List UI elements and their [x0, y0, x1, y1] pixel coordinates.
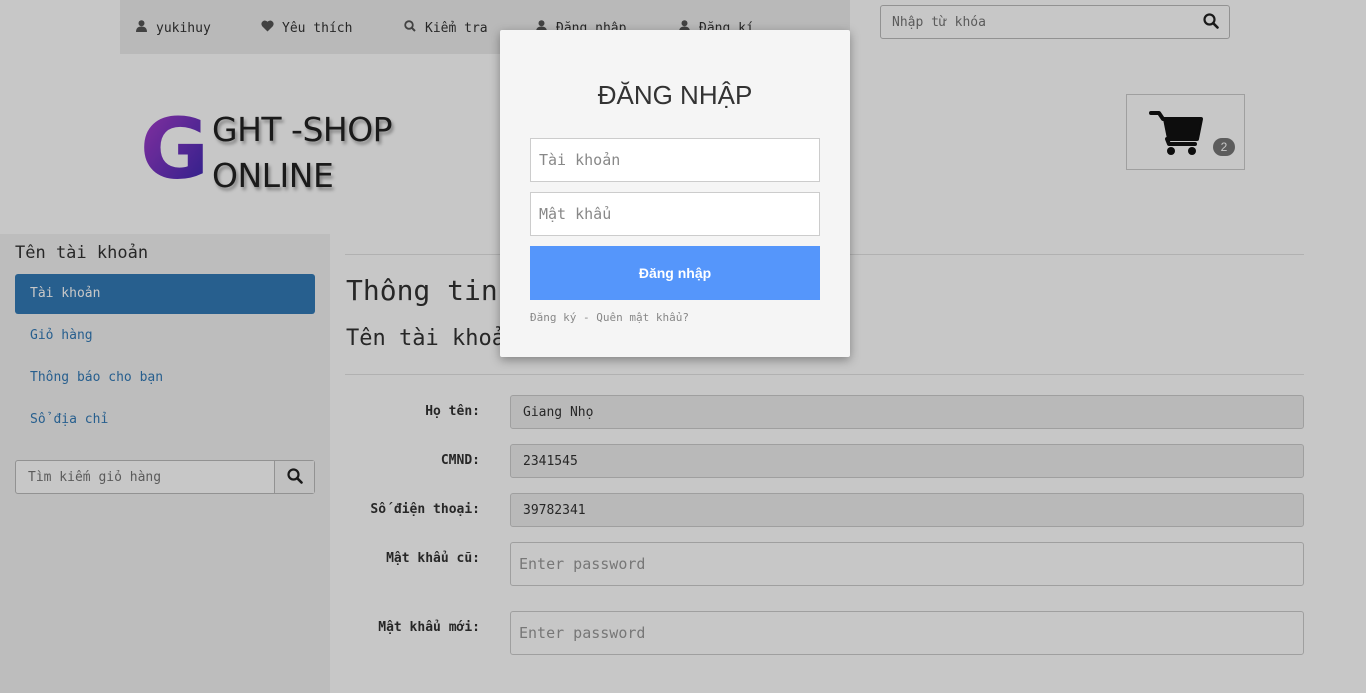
modal-links: Đăng ký - Quên mật khẩu? — [530, 311, 689, 324]
login-button[interactable]: Đăng nhập — [530, 246, 820, 300]
link-separator: - — [582, 311, 590, 324]
login-modal: ĐĂNG NHẬP Đăng nhập Đăng ký - Quên mật k… — [500, 30, 850, 357]
password-input[interactable] — [530, 192, 820, 236]
register-link[interactable]: Đăng ký — [530, 311, 576, 324]
forgot-password-link[interactable]: Quên mật khẩu? — [596, 311, 689, 324]
username-input[interactable] — [530, 138, 820, 182]
login-modal-title: ĐĂNG NHẬP — [597, 80, 753, 110]
